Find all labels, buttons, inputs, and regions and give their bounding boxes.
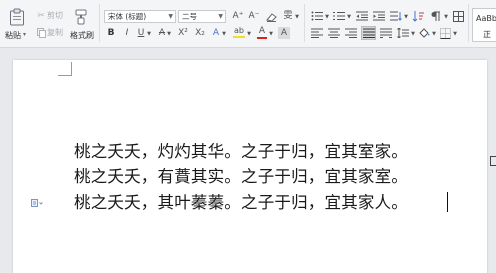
paste-label[interactable]: 粘贴 — [5, 32, 21, 40]
decrease-indent-icon[interactable] — [355, 10, 369, 22]
clipboard-icon — [10, 8, 24, 26]
chevron-down-icon: ▼ — [218, 13, 223, 20]
copy-label[interactable]: 复制 — [47, 29, 63, 37]
bullet-list-icon[interactable] — [310, 10, 324, 22]
phonetic-guide-button[interactable]: 雯 — [281, 10, 295, 23]
increase-indent-icon[interactable] — [372, 10, 386, 22]
chevron-down-icon[interactable]: ▼ — [324, 12, 330, 22]
highlight-button[interactable]: ab — [232, 26, 246, 39]
separator — [99, 4, 100, 42]
highlight-color-bar — [233, 36, 245, 38]
chevron-down-icon[interactable]: ▼ — [221, 29, 227, 39]
chevron-down-icon: ▼ — [168, 13, 173, 20]
paste-dropdown-arrow[interactable]: ▾ — [23, 32, 26, 38]
chevron-down-icon[interactable]: ▼ — [443, 12, 449, 22]
align-center-icon[interactable] — [327, 27, 341, 39]
style-normal-label: 正 — [483, 30, 491, 39]
shrink-font-button[interactable]: A⁻ — [247, 10, 261, 23]
char-shading-button[interactable]: A — [278, 27, 290, 39]
bold-button[interactable]: B — [105, 27, 117, 39]
justify-icon[interactable] — [361, 26, 376, 40]
font-size-value: 二号 — [182, 12, 197, 21]
chevron-down-icon[interactable]: ▼ — [410, 29, 416, 39]
font-color-glyph: A — [258, 25, 266, 36]
side-panel-handle[interactable] — [490, 156, 496, 166]
document-line-3[interactable]: 桃之夭夭，其叶蓁蓁。之子于归，宜其家人。 — [74, 193, 408, 213]
subscript-button[interactable]: X₂ — [193, 27, 207, 39]
distributed-align-icon[interactable] — [379, 27, 393, 39]
chevron-down-icon[interactable]: ▼ — [166, 29, 172, 39]
font-color-bar — [257, 36, 267, 39]
margin-corner-mark — [58, 62, 72, 76]
chevron-down-icon[interactable]: ▼ — [403, 12, 409, 22]
table-border-icon[interactable] — [451, 10, 465, 22]
italic-button[interactable]: I — [121, 27, 133, 39]
cut-label[interactable]: 剪切 — [47, 12, 63, 20]
font-family-value: 宋体 (标题) — [108, 12, 147, 21]
style-normal-tile[interactable]: AaBb 正 — [472, 8, 496, 42]
line-spacing-icon[interactable] — [396, 27, 410, 39]
separator — [304, 4, 305, 42]
chevron-down-icon[interactable]: ▼ — [268, 29, 274, 39]
paragraph-layout-icon[interactable] — [31, 199, 43, 209]
chevron-down-icon[interactable]: ▼ — [146, 29, 152, 39]
scissors-icon[interactable]: ✂ — [36, 11, 46, 21]
style-preview-text: AaBb — [476, 14, 496, 23]
text-caret — [447, 192, 448, 212]
grow-font-button[interactable]: A⁺ — [231, 10, 245, 23]
highlight-glyph: ab — [234, 26, 244, 35]
document-line-2[interactable]: 桃之夭夭，有蕡其实。之子于归，宜其家室。 — [74, 167, 408, 187]
chinese-layout-icon[interactable] — [389, 10, 403, 22]
format-painter-label[interactable]: 格式刷 — [70, 32, 94, 40]
clear-format-icon[interactable] — [264, 10, 278, 23]
ribbon-toolbar: 粘贴 ▾ ✂ 剪切 复制 格式刷 宋体 (标题) ▼ 二号 ▼ A⁺ A⁻ 雯 … — [0, 0, 496, 48]
superscript-button[interactable]: X² — [176, 27, 190, 39]
chevron-down-icon[interactable]: ▼ — [346, 12, 352, 22]
chevron-down-icon[interactable]: ▼ — [431, 29, 437, 39]
document-line-1[interactable]: 桃之夭夭，灼灼其华。之子于归，宜其室家。 — [74, 142, 408, 162]
align-left-icon[interactable] — [310, 27, 324, 39]
borders-icon[interactable] — [438, 27, 452, 39]
format-painter-button[interactable] — [72, 8, 90, 26]
align-right-icon[interactable] — [344, 27, 358, 39]
font-family-select[interactable]: 宋体 (标题) ▼ — [104, 10, 176, 23]
paintbrush-icon — [75, 9, 87, 25]
chevron-down-icon[interactable]: ▼ — [294, 12, 300, 22]
chevron-down-icon[interactable]: ▼ — [246, 29, 252, 39]
shading-bucket-icon[interactable] — [417, 27, 431, 39]
chevron-down-icon[interactable]: ▼ — [452, 29, 458, 39]
font-color-button[interactable]: A — [256, 26, 268, 39]
paste-button[interactable] — [6, 6, 28, 28]
separator — [468, 4, 469, 42]
copy-icon[interactable] — [36, 28, 46, 38]
font-size-select[interactable]: 二号 ▼ — [178, 10, 226, 23]
sort-icon[interactable] — [411, 10, 425, 22]
numbered-list-icon[interactable] — [332, 10, 346, 22]
show-hide-marks-icon[interactable] — [429, 10, 443, 22]
